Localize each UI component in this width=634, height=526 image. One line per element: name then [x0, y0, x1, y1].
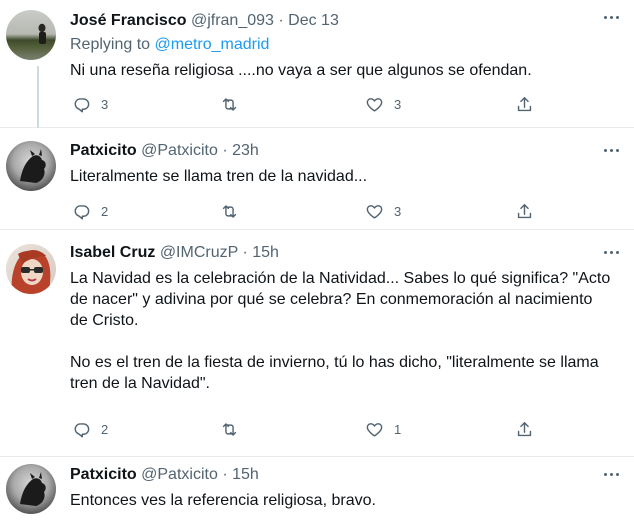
text-line: tren de la Navidad". — [70, 375, 210, 392]
timestamp[interactable]: 23h — [232, 142, 259, 159]
tweet-jose-francisco[interactable]: José Francisco @jfran_093 · Dec 13 Reply… — [0, 0, 634, 128]
retweet-icon — [222, 204, 237, 218]
display-name[interactable]: Isabel Cruz — [70, 244, 155, 261]
display-name[interactable]: José Francisco — [70, 12, 187, 29]
handle[interactable]: @Patxicito — [141, 142, 218, 159]
like-count: 3 — [394, 203, 402, 219]
replying-to: Replying to @metro_madrid — [70, 34, 622, 55]
share-button[interactable] — [515, 93, 534, 115]
like-button[interactable]: 3 — [365, 200, 401, 222]
reply-button[interactable]: 2 — [72, 200, 108, 222]
tweet-actions: 2 3 — [70, 200, 544, 222]
tweet-text: Entonces ves la referencia religiosa, br… — [70, 490, 622, 511]
separator: · — [278, 12, 284, 29]
reply-count: 2 — [101, 421, 109, 437]
tweet-text: Ni una reseña religiosa ....no vaya a se… — [70, 60, 622, 81]
more-icon[interactable] — [600, 9, 622, 25]
heart-icon — [366, 204, 383, 219]
like-count: 3 — [394, 96, 402, 112]
text-line: Literalmente se llama tren de la navidad… — [70, 168, 368, 185]
reply-button[interactable]: 2 — [72, 418, 108, 440]
replying-to-link[interactable]: @metro_madrid — [155, 36, 270, 53]
tweet-patxicito-2[interactable]: Patxicito @Patxicito · 15h Entonces ves … — [0, 458, 634, 526]
avatar-patxicito[interactable] — [6, 141, 56, 191]
thread-line — [37, 66, 39, 128]
tweet-actions: 2 1 — [70, 418, 544, 440]
text-line: Ni una reseña religiosa ....no vaya a se… — [70, 62, 532, 79]
text-line: La Navidad es la celebración de la Nativ… — [70, 270, 611, 287]
retweet-button[interactable] — [220, 93, 249, 115]
share-icon — [517, 203, 532, 218]
like-button[interactable]: 1 — [365, 418, 401, 440]
share-button[interactable] — [515, 200, 534, 222]
separator: · — [242, 244, 248, 261]
avatar-jose-francisco[interactable] — [6, 10, 56, 60]
reply-icon — [74, 204, 90, 219]
tweet-text: Literalmente se llama tren de la navidad… — [70, 166, 622, 187]
retweet-button[interactable] — [220, 418, 249, 440]
retweet-button[interactable] — [220, 200, 249, 222]
heart-icon — [366, 422, 383, 437]
more-icon[interactable] — [600, 466, 622, 482]
text-line: No es el tren de la fiesta de invierno, … — [70, 354, 599, 371]
text-line-blank — [70, 331, 622, 352]
reply-icon — [74, 422, 90, 437]
retweet-icon — [222, 422, 237, 436]
reply-count: 2 — [101, 203, 109, 219]
timestamp[interactable]: 15h — [232, 466, 259, 483]
avatar-patxicito[interactable] — [6, 464, 56, 514]
tweet-header: José Francisco @jfran_093 · Dec 13 — [70, 10, 622, 31]
text-line: Entonces ves la referencia religiosa, br… — [70, 492, 376, 509]
tweet-header: Patxicito @Patxicito · 23h — [70, 140, 622, 161]
share-button[interactable] — [515, 418, 534, 440]
tweet-header: Isabel Cruz @IMCruzP · 15h — [70, 242, 622, 263]
avatar-isabel-cruz[interactable] — [6, 244, 56, 294]
handle[interactable]: @IMCruzP — [160, 244, 238, 261]
heart-icon — [366, 97, 383, 112]
display-name[interactable]: Patxicito — [70, 142, 137, 159]
share-icon — [517, 421, 532, 436]
replying-to-label: Replying to — [70, 36, 151, 53]
text-line: de nacer" y adivina por qué se celebra? … — [70, 291, 593, 308]
like-button[interactable]: 3 — [365, 93, 401, 115]
handle[interactable]: @jfran_093 — [191, 12, 274, 29]
separator: · — [222, 466, 228, 483]
like-count: 1 — [394, 421, 402, 437]
reply-count: 3 — [101, 96, 109, 112]
tweet-isabel-cruz[interactable]: Isabel Cruz @IMCruzP · 15h La Navidad es… — [0, 231, 634, 457]
share-icon — [517, 96, 532, 111]
tweet-text: La Navidad es la celebración de la Nativ… — [70, 268, 622, 394]
text-line: de Cristo. — [70, 312, 139, 329]
retweet-icon — [222, 97, 237, 111]
timestamp[interactable]: Dec 13 — [288, 12, 339, 29]
more-icon[interactable] — [600, 142, 622, 158]
tweet-header: Patxicito @Patxicito · 15h — [70, 464, 622, 485]
reply-icon — [74, 97, 90, 112]
tweet-patxicito-1[interactable]: Patxicito @Patxicito · 23h Literalmente … — [0, 129, 634, 230]
more-icon[interactable] — [600, 244, 622, 260]
separator: · — [222, 142, 228, 159]
handle[interactable]: @Patxicito — [141, 466, 218, 483]
reply-button[interactable]: 3 — [72, 93, 108, 115]
display-name[interactable]: Patxicito — [70, 466, 137, 483]
tweet-actions: 3 3 — [70, 93, 544, 115]
timestamp[interactable]: 15h — [252, 244, 279, 261]
